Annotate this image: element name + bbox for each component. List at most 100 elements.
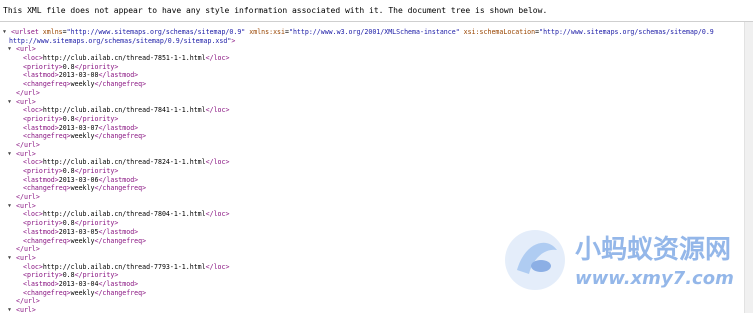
lastmod-value: 2013-03-05	[58, 227, 99, 236]
watermark-logo: 小蚂蚁资源网 www.xmy7.com	[495, 222, 745, 302]
loc-open-tag: <loc>	[23, 210, 43, 219]
lastmod-value: 2013-03-08	[58, 71, 99, 80]
priority-close-tag: </priority>	[74, 114, 119, 123]
priority-value: 0.8	[62, 167, 75, 175]
lastmod-close-tag: </lastmod>	[98, 279, 139, 288]
priority-value: 0.8	[62, 271, 75, 280]
urlset-open-line-cont: http://www.sitemaps.org/schemas/sitemap/…	[3, 37, 745, 46]
url-child-loc: <loc>http://club.ailab.cn/thread-7824-1-…	[3, 158, 745, 167]
xml-attribute-value: http://www.sitemaps.org/schemas/sitemap/…	[9, 36, 232, 45]
lastmod-open-tag: <lastmod>	[23, 227, 59, 236]
xml-attribute-value: "http://www.sitemaps.org/schemas/sitemap…	[539, 28, 714, 36]
loc-value: http://club.ailab.cn/thread-7824-1-1.htm…	[42, 158, 206, 167]
loc-value: http://club.ailab.cn/thread-7851-1-1.htm…	[42, 54, 206, 63]
url-close-line: </url>	[3, 89, 745, 98]
no-style-info-message: This XML file does not appear to have an…	[0, 0, 753, 22]
urlset-open-line: ▼ <urlset xmlns="http://www.sitemaps.org/…	[3, 28, 714, 37]
url-child-changefreq: <changefreq>weekly</changefreq>	[3, 80, 745, 89]
lastmod-open-tag: <lastmod>	[23, 71, 59, 80]
priority-close-tag: </priority>	[74, 219, 119, 228]
url-open-line: ▼ <url>	[3, 306, 745, 315]
priority-value: 0.8	[62, 114, 75, 123]
urlset-tag-close: >	[231, 36, 236, 45]
url-tag: <url>	[16, 253, 36, 262]
url-open-line: ▼ <url>	[3, 150, 745, 159]
lastmod-close-tag: </lastmod>	[98, 71, 139, 80]
xml-attribute-name: xmlns:xsi	[249, 28, 285, 36]
url-child-lastmod: <lastmod>2013-03-08</lastmod>	[3, 71, 745, 80]
xml-attribute-value: "http://www.sitemaps.org/schemas/sitemap…	[66, 28, 246, 36]
url-open-line: ▼ <url>	[3, 202, 745, 211]
url-close-tag: </url>	[16, 140, 40, 149]
lastmod-open-tag: <lastmod>	[23, 279, 59, 288]
url-child-loc: <loc>http://club.ailab.cn/thread-7804-1-…	[3, 210, 745, 219]
lastmod-open-tag: <lastmod>	[23, 175, 59, 184]
lastmod-open-tag: <lastmod>	[23, 123, 59, 132]
url-close-tag: </url>	[16, 245, 40, 254]
xml-attribute-name: xmlns	[42, 28, 63, 36]
url-close-tag: </url>	[16, 297, 40, 306]
changefreq-value: weekly	[70, 132, 95, 141]
changefreq-open-tag: <changefreq>	[23, 288, 71, 297]
url-child-changefreq: <changefreq>weekly</changefreq>	[3, 184, 745, 193]
priority-open-tag: <priority>	[23, 62, 63, 71]
priority-close-tag: </priority>	[74, 167, 119, 175]
loc-open-tag: <loc>	[23, 106, 43, 115]
loc-close-tag: </loc>	[205, 262, 230, 271]
changefreq-close-tag: </changefreq>	[94, 288, 147, 297]
url-tag: <url>	[16, 201, 36, 210]
collapse-toggle-icon[interactable]: ▼	[8, 254, 16, 263]
priority-open-tag: <priority>	[23, 219, 63, 228]
xml-attribute-name: xsi:schemaLocation	[463, 28, 536, 36]
collapse-toggle-icon[interactable]: ▼	[8, 202, 16, 211]
xml-attribute-value: "http://www.w3.org/2001/XMLSchema-instan…	[288, 28, 460, 36]
changefreq-close-tag: </changefreq>	[94, 236, 147, 245]
changefreq-open-tag: <changefreq>	[23, 184, 71, 193]
collapse-toggle-icon[interactable]: ▼	[8, 150, 16, 159]
vertical-scrollbar[interactable]	[744, 22, 753, 313]
priority-close-tag: </priority>	[74, 271, 119, 280]
url-child-priority: <priority>0.8</priority>	[3, 115, 745, 124]
loc-open-tag: <loc>	[23, 54, 43, 63]
url-child-lastmod: <lastmod>2013-03-06</lastmod>	[3, 176, 745, 185]
collapse-toggle-icon[interactable]: ▼	[8, 98, 16, 107]
loc-value: http://club.ailab.cn/thread-7793-1-1.htm…	[42, 262, 206, 271]
svg-text:www.xmy7.com: www.xmy7.com	[575, 268, 734, 289]
loc-close-tag: </loc>	[205, 106, 230, 115]
url-tag: <url>	[16, 45, 36, 54]
changefreq-value: weekly	[70, 288, 95, 297]
url-close-tag: </url>	[16, 193, 40, 202]
collapse-toggle-icon[interactable]: ▼	[3, 28, 11, 37]
lastmod-close-tag: </lastmod>	[98, 123, 139, 132]
url-child-changefreq: <changefreq>weekly</changefreq>	[3, 132, 745, 141]
priority-open-tag: <priority>	[23, 114, 63, 123]
url-child-loc: <loc>http://club.ailab.cn/thread-7841-1-…	[3, 106, 745, 115]
lastmod-value: 2013-03-06	[58, 175, 99, 184]
changefreq-value: weekly	[70, 184, 95, 193]
changefreq-close-tag: </changefreq>	[94, 132, 147, 141]
changefreq-close-tag: </changefreq>	[94, 80, 147, 89]
url-open-line: ▼ <url>	[3, 45, 745, 54]
changefreq-close-tag: </changefreq>	[94, 184, 147, 193]
changefreq-value: weekly	[70, 236, 95, 245]
changefreq-value: weekly	[70, 80, 95, 89]
urlset-tag: <urlset	[11, 28, 39, 36]
changefreq-open-tag: <changefreq>	[23, 80, 71, 89]
url-child-lastmod: <lastmod>2013-03-07</lastmod>	[3, 124, 745, 133]
priority-open-tag: <priority>	[23, 271, 63, 280]
url-close-line: </url>	[3, 141, 745, 150]
lastmod-close-tag: </lastmod>	[98, 227, 139, 236]
svg-text:小蚂蚁资源网: 小蚂蚁资源网	[575, 235, 731, 265]
url-open-line: ▼ <url>	[3, 98, 745, 107]
url-close-tag: </url>	[16, 88, 40, 97]
loc-open-tag: <loc>	[23, 262, 43, 271]
priority-value: 0.8	[62, 219, 75, 228]
collapse-toggle-icon[interactable]: ▼	[8, 45, 16, 54]
priority-value: 0.8	[62, 62, 75, 71]
url-tag: <url>	[16, 97, 36, 106]
url-tag: <url>	[16, 149, 36, 158]
priority-close-tag: </priority>	[74, 62, 119, 71]
loc-close-tag: </loc>	[205, 54, 230, 63]
lastmod-value: 2013-03-07	[58, 123, 99, 132]
collapse-toggle-icon[interactable]: ▼	[8, 306, 16, 315]
